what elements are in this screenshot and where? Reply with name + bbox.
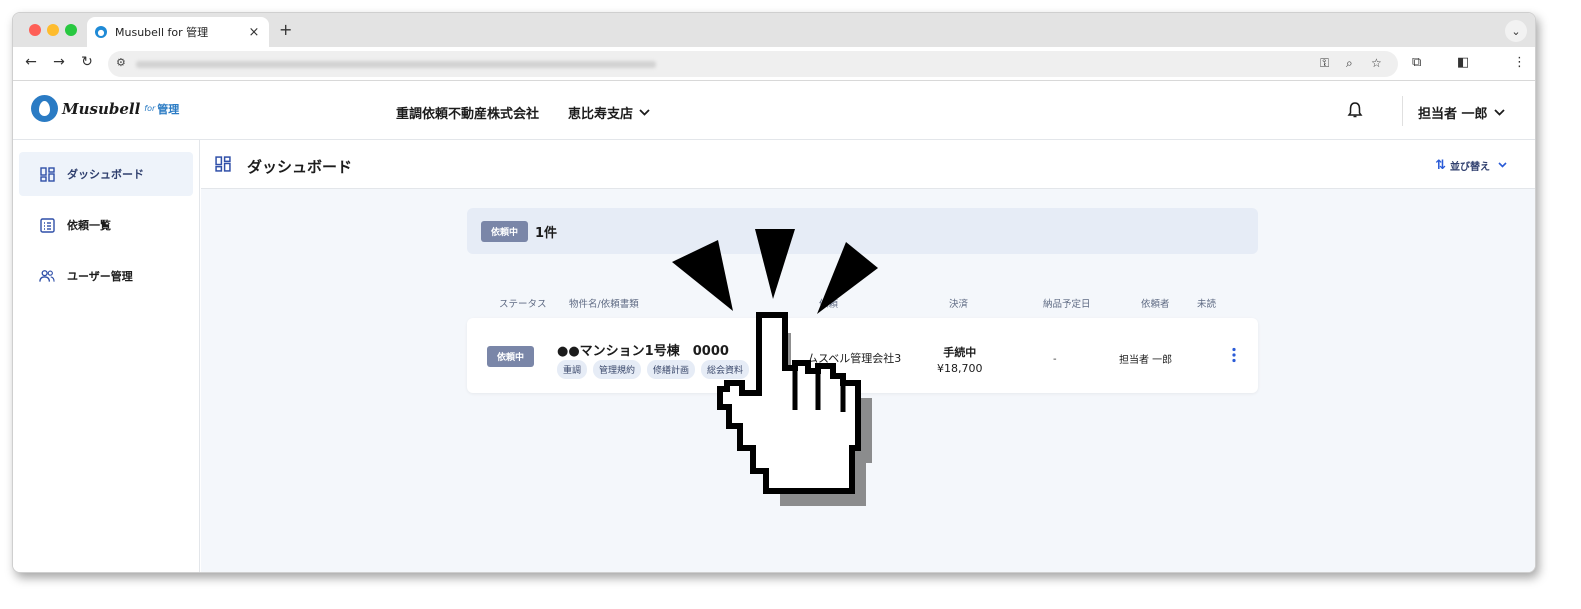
sidebar-item-user-management[interactable]: ユーザー管理 xyxy=(19,254,193,298)
tab-title: Musubell for 管理 xyxy=(115,26,209,39)
sort-button[interactable]: ⇅ 並び替え xyxy=(1435,158,1507,173)
list-icon xyxy=(39,217,55,233)
sort-label: 並び替え xyxy=(1450,162,1490,173)
close-window-button[interactable] xyxy=(29,24,41,36)
browser-menu-icon[interactable]: ⋮ xyxy=(1513,55,1526,70)
column-header-requester: 依頼者 xyxy=(1141,299,1170,310)
requester-name: 担当者 一郎 xyxy=(1119,355,1173,366)
tab-search-button[interactable]: ⌄ xyxy=(1505,20,1527,42)
property-name: ●●マンション1号棟 0000 xyxy=(557,344,729,359)
url-text-blurred xyxy=(136,61,656,68)
document-tag: 修繕計画 xyxy=(647,360,696,379)
user-name: 担当者 一郎 xyxy=(1418,107,1488,122)
maximize-window-button[interactable] xyxy=(65,24,77,36)
branch-label: 恵比寿支店 xyxy=(568,107,634,122)
settlement-status: 手続中 xyxy=(943,346,977,359)
sidebar-item-label: ダッシュボード xyxy=(67,168,144,181)
chevron-down-icon xyxy=(639,106,650,119)
browser-toolbar: ← → ↻ ⚙ ⚿ ⌕ ☆ ⧉ ◧ ⋮ xyxy=(13,47,1535,81)
logo-drop-icon xyxy=(31,95,58,122)
bookmark-star-icon[interactable]: ☆ xyxy=(1371,56,1382,70)
table-row[interactable]: 依頼中 ●●マンション1号棟 0000 重調 管理規約 修繕計画 総会資料 ムス… xyxy=(467,318,1258,393)
favicon-icon: ● xyxy=(95,26,107,38)
sort-arrows-icon: ⇅ xyxy=(1435,158,1446,173)
page-title: ダッシュボード xyxy=(247,158,353,176)
password-key-icon[interactable]: ⚿ xyxy=(1320,56,1329,71)
main-content: ダッシュボード ⇅ 並び替え 依頼中 1件 ステータス 物件名/依頼書類 依頼 … xyxy=(201,140,1535,572)
new-tab-button[interactable]: + xyxy=(279,20,292,39)
status-badge: 依頼中 xyxy=(487,346,535,367)
column-header-client: 依頼 xyxy=(819,299,839,310)
document-tag: 管理規約 xyxy=(593,360,642,379)
summary-count: 1件 xyxy=(535,225,558,241)
logo-for: for xyxy=(144,104,156,113)
status-summary[interactable]: 依頼中 1件 xyxy=(467,208,1258,254)
logo-kanri: 管理 xyxy=(157,102,180,116)
sidebar-item-request-list[interactable]: 依頼一覧 xyxy=(19,203,193,247)
user-menu[interactable]: 担当者 一郎 xyxy=(1418,103,1505,122)
extensions-icon[interactable]: ⧉ xyxy=(1412,55,1421,70)
delivery-date: - xyxy=(1053,354,1057,365)
bell-icon[interactable] xyxy=(1347,101,1363,119)
tab-close-icon[interactable]: × xyxy=(247,25,261,40)
sidebar-item-label: 依頼一覧 xyxy=(67,219,111,232)
column-header-settlement: 決済 xyxy=(949,299,969,310)
site-info-icon[interactable]: ⚙ xyxy=(116,56,126,69)
branch-selector[interactable]: 恵比寿支店 xyxy=(568,103,650,122)
address-bar[interactable]: ⚙ ⚿ ⌕ ☆ xyxy=(108,51,1398,77)
chevron-down-icon xyxy=(1493,106,1505,119)
column-header-unread: 未読 xyxy=(1197,299,1217,310)
status-badge: 依頼中 xyxy=(481,220,529,242)
app-header: Musubell for 管理 重調依頼不動産株式会社 恵比寿支店 担当者 一郎 xyxy=(13,82,1535,140)
settlement-cell: 手続中 ¥18,700 xyxy=(937,344,983,375)
company-name: 重調依頼不動産株式会社 xyxy=(396,107,540,122)
tab-bar: ● Musubell for 管理 × + ⌄ xyxy=(13,13,1535,47)
more-options-icon[interactable] xyxy=(1231,347,1237,363)
client-name: ムスベル管理会社3 xyxy=(807,352,902,365)
column-header-status: ステータス xyxy=(499,299,547,310)
sidebar: ダッシュボード 依頼一覧 ユーザー管理 xyxy=(13,140,200,572)
forward-icon[interactable]: → xyxy=(49,54,69,70)
settlement-amount: ¥18,700 xyxy=(937,362,983,375)
logo-text: Musubell xyxy=(62,99,141,118)
minimize-window-button[interactable] xyxy=(47,24,59,36)
sidebar-item-dashboard[interactable]: ダッシュボード xyxy=(19,152,193,196)
reload-icon[interactable]: ↻ xyxy=(77,54,97,70)
column-header-property: 物件名/依頼書類 xyxy=(569,299,639,310)
back-icon[interactable]: ← xyxy=(21,54,41,70)
browser-tab[interactable]: ● Musubell for 管理 × xyxy=(87,17,269,47)
users-icon xyxy=(39,268,55,284)
page-header: ダッシュボード ⇅ 並び替え xyxy=(201,140,1535,189)
zoom-icon[interactable]: ⌕ xyxy=(1346,56,1353,71)
column-header-delivery: 納品予定日 xyxy=(1043,299,1091,310)
sidebar-item-label: ユーザー管理 xyxy=(67,270,133,283)
document-tag: 重調 xyxy=(557,360,588,379)
browser-window: ● Musubell for 管理 × + ⌄ ← → ↻ ⚙ ⚿ ⌕ ☆ ⧉ … xyxy=(12,12,1536,573)
app-logo[interactable]: Musubell for 管理 xyxy=(31,95,179,122)
side-panel-icon[interactable]: ◧ xyxy=(1457,55,1469,70)
chevron-down-icon xyxy=(1498,160,1507,171)
header-divider xyxy=(1402,96,1403,126)
document-tag: 総会資料 xyxy=(701,360,750,379)
document-tags: 重調 管理規約 修繕計画 総会資料 xyxy=(557,360,750,379)
dashboard-icon xyxy=(39,166,55,182)
dashboard-icon xyxy=(215,156,231,176)
